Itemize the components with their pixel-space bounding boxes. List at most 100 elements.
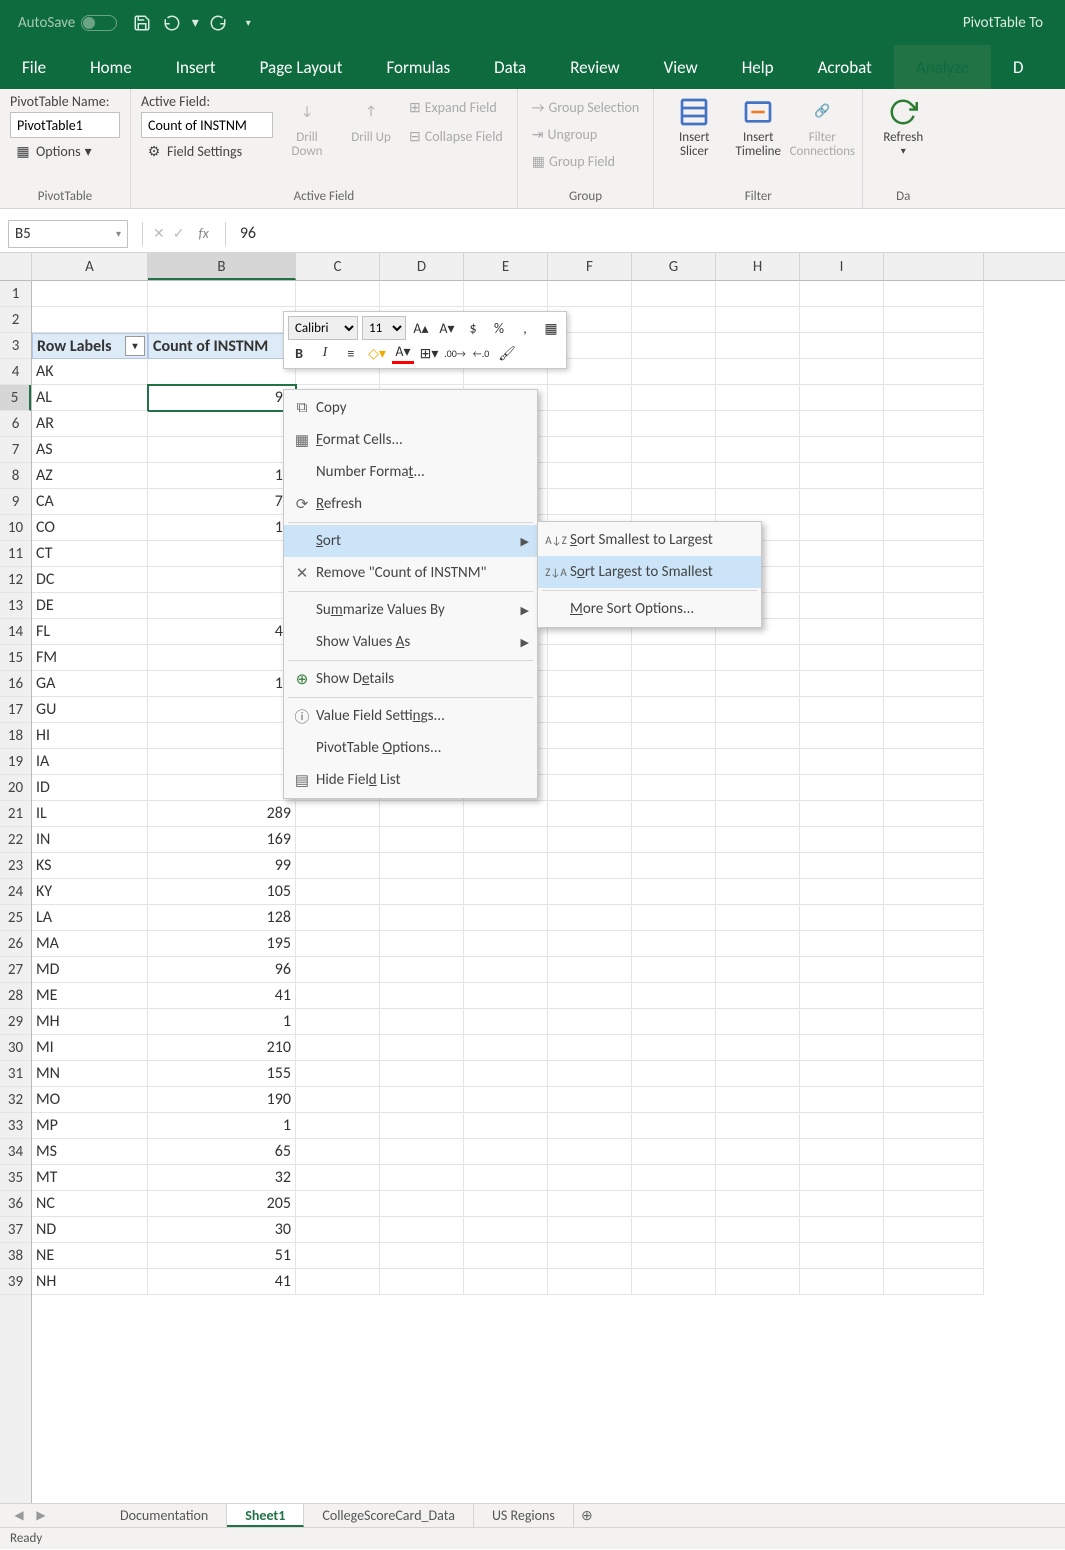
cell[interactable] [884, 723, 984, 749]
cell[interactable] [464, 1087, 548, 1113]
cell[interactable] [380, 1139, 464, 1165]
cell[interactable] [716, 1243, 800, 1269]
accounting-format-icon[interactable]: $ [462, 317, 484, 339]
cell[interactable] [632, 723, 716, 749]
cell[interactable] [548, 853, 632, 879]
font-size-select[interactable]: 11 [362, 316, 406, 340]
enter-icon[interactable]: ✓ [173, 225, 185, 242]
cell[interactable] [716, 333, 800, 359]
cell[interactable] [548, 1113, 632, 1139]
cell[interactable] [800, 593, 884, 619]
cell[interactable] [716, 931, 800, 957]
cell[interactable]: IL [32, 801, 148, 827]
cell[interactable]: 1 [148, 593, 296, 619]
cell[interactable] [548, 749, 632, 775]
cell[interactable] [716, 957, 800, 983]
cell[interactable] [632, 489, 716, 515]
cell[interactable] [800, 1243, 884, 1269]
cell[interactable] [464, 1139, 548, 1165]
cell[interactable] [296, 1087, 380, 1113]
cell[interactable] [548, 463, 632, 489]
cell[interactable] [464, 905, 548, 931]
row-header[interactable]: 29 [0, 1009, 31, 1035]
cell[interactable] [296, 879, 380, 905]
ctx-remove[interactable]: ✕Remove "Count of INSTNM" [284, 557, 537, 589]
cell[interactable] [884, 827, 984, 853]
cell[interactable] [464, 1165, 548, 1191]
cell[interactable] [884, 333, 984, 359]
cell[interactable]: FL [32, 619, 148, 645]
cell[interactable] [632, 749, 716, 775]
cell[interactable] [716, 1087, 800, 1113]
cell[interactable] [884, 541, 984, 567]
increase-decimal-icon[interactable]: .00→ [444, 342, 466, 364]
cell[interactable] [884, 697, 984, 723]
collapse-field-button[interactable]: ⊟ Collapse Field [405, 126, 507, 147]
cell[interactable] [380, 1243, 464, 1269]
sheet-tab-data[interactable]: CollegeScoreCard_Data [304, 1504, 474, 1527]
column-header[interactable] [884, 253, 984, 280]
cell[interactable] [464, 1243, 548, 1269]
autosave-toggle[interactable]: AutoSave [18, 14, 117, 32]
font-color-icon[interactable]: A▾ [392, 342, 414, 364]
cell[interactable] [884, 853, 984, 879]
cell[interactable] [632, 775, 716, 801]
cell[interactable] [800, 1165, 884, 1191]
column-header[interactable]: H [716, 253, 800, 280]
cell[interactable] [716, 723, 800, 749]
cell[interactable] [800, 853, 884, 879]
cell[interactable] [800, 333, 884, 359]
cell[interactable] [632, 1217, 716, 1243]
cell[interactable] [548, 1191, 632, 1217]
cell[interactable]: 169 [148, 827, 296, 853]
column-header[interactable]: C [296, 253, 380, 280]
row-header[interactable]: 15 [0, 645, 31, 671]
cell[interactable] [800, 749, 884, 775]
cell[interactable] [884, 1061, 984, 1087]
cell[interactable] [800, 411, 884, 437]
pivottable-options-button[interactable]: ▦Options ▾ [10, 140, 96, 162]
cell[interactable] [800, 1087, 884, 1113]
column-header[interactable]: G [632, 253, 716, 280]
cell[interactable] [884, 281, 984, 307]
cell[interactable]: MO [32, 1087, 148, 1113]
cell[interactable] [884, 1087, 984, 1113]
cell[interactable]: 44 [148, 619, 296, 645]
active-field-input[interactable] [141, 112, 273, 138]
cell[interactable] [884, 1139, 984, 1165]
decrease-decimal-icon[interactable]: ←.0 [470, 342, 492, 364]
cell[interactable] [800, 541, 884, 567]
cell[interactable] [464, 853, 548, 879]
tab-view[interactable]: View [642, 45, 720, 89]
cell[interactable] [884, 1269, 984, 1295]
row-header[interactable]: 36 [0, 1191, 31, 1217]
cell[interactable] [716, 775, 800, 801]
cell[interactable] [148, 645, 296, 671]
cell[interactable] [548, 775, 632, 801]
ctx-pivot-options[interactable]: PivotTable Options... [284, 732, 537, 764]
cell[interactable] [380, 1191, 464, 1217]
cell[interactable] [716, 463, 800, 489]
cell[interactable] [380, 1035, 464, 1061]
cell[interactable] [716, 983, 800, 1009]
cell-grid[interactable]: Row Labels▾Count of INSTNMAKAL96AR9ASAZ1… [32, 281, 1065, 1503]
row-header[interactable]: 34 [0, 1139, 31, 1165]
increase-font-icon[interactable]: A▴ [410, 317, 432, 339]
cell[interactable] [296, 827, 380, 853]
cell[interactable] [548, 385, 632, 411]
cell[interactable]: AL [32, 385, 148, 411]
cell[interactable]: NH [32, 1269, 148, 1295]
cell[interactable] [800, 1191, 884, 1217]
cell[interactable] [884, 385, 984, 411]
cell[interactable] [380, 931, 464, 957]
cell[interactable]: 77 [148, 489, 296, 515]
cell[interactable] [884, 645, 984, 671]
cell[interactable] [716, 385, 800, 411]
sort-more[interactable]: More Sort Options... [538, 593, 761, 625]
sheet-tab-documentation[interactable]: Documentation [102, 1504, 227, 1527]
cell[interactable]: ME [32, 983, 148, 1009]
cell[interactable] [800, 671, 884, 697]
cell[interactable] [380, 957, 464, 983]
cell[interactable] [632, 1087, 716, 1113]
cell[interactable] [632, 1165, 716, 1191]
